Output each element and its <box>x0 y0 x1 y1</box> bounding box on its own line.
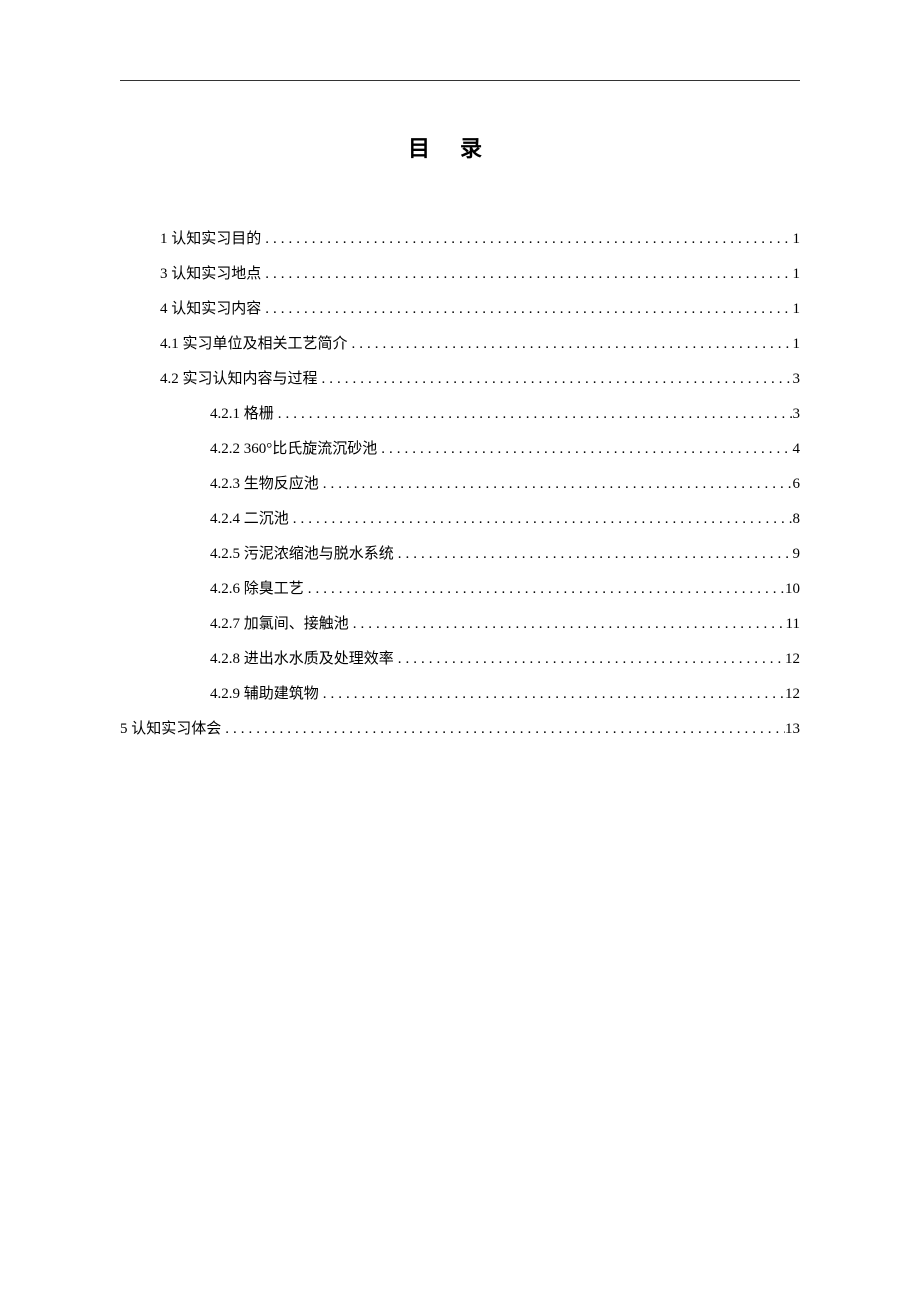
toc-entry: 4.2.3 生物反应池 6 <box>120 468 800 501</box>
toc-entry-page: 12 <box>785 643 800 676</box>
toc-entry: 4 认知实习内容 1 <box>120 293 800 326</box>
toc-entry-label: 4.1 实习单位及相关工艺简介 <box>160 328 348 361</box>
toc-entry-page: 3 <box>793 398 801 431</box>
toc-entry-page: 12 <box>785 678 800 711</box>
toc-entry-label: 4.2.7 加氯间、接触池 <box>210 608 349 641</box>
toc-entry-label: 4.2.4 二沉池 <box>210 503 289 536</box>
toc-entry-label: 5 认知实习体会 <box>120 713 221 746</box>
toc-leader-dots <box>348 328 793 361</box>
toc-entry-page: 13 <box>785 713 800 746</box>
toc-entry: 4.2.8 进出水水质及处理效率 12 <box>120 643 800 676</box>
toc-leader-dots <box>318 363 793 396</box>
toc-entry-label: 4.2.9 辅助建筑物 <box>210 678 319 711</box>
toc-entry-label: 4.2.8 进出水水质及处理效率 <box>210 643 394 676</box>
toc-entry-page: 1 <box>793 328 801 361</box>
toc-entry-label: 1 认知实习目的 <box>160 223 261 256</box>
toc-leader-dots <box>377 433 792 466</box>
toc-entry-page: 1 <box>793 293 801 326</box>
toc-entry: 4.2 实习认知内容与过程 3 <box>120 363 800 396</box>
toc-leader-dots <box>349 608 786 641</box>
toc-leader-dots <box>394 538 793 571</box>
toc-entry-page: 10 <box>785 573 800 606</box>
toc-entry: 4.2.4 二沉池 8 <box>120 503 800 536</box>
toc-entry-label: 4.2.5 污泥浓缩池与脱水系统 <box>210 538 394 571</box>
toc-leader-dots <box>221 713 785 746</box>
document-page: 目录 1 认知实习目的13 认知实习地点14 认知实习内容14.1 实习单位及相… <box>0 0 920 746</box>
toc-entry-page: 9 <box>793 538 801 571</box>
toc-entry-page: 1 <box>793 223 801 256</box>
toc-entry-page: 11 <box>786 608 800 641</box>
toc-entry-label: 4.2.2 360°比氏旋流沉砂池 <box>210 433 377 466</box>
toc-entry-label: 3 认知实习地点 <box>160 258 261 291</box>
toc-leader-dots <box>319 468 793 501</box>
header-rule <box>120 80 800 81</box>
toc-leader-dots <box>289 503 793 536</box>
toc-entry: 4.2.7 加氯间、接触池 11 <box>120 608 800 641</box>
toc-entry-label: 4 认知实习内容 <box>160 293 261 326</box>
toc-entry: 1 认知实习目的 1 <box>120 223 800 256</box>
toc-entry: 5 认知实习体会 13 <box>120 713 800 746</box>
toc-entry: 4.2.2 360°比氏旋流沉砂池 4 <box>120 433 800 466</box>
toc-entry-page: 3 <box>793 363 801 396</box>
toc-title: 目录 <box>120 131 800 163</box>
toc-leader-dots <box>261 293 792 326</box>
toc-entry: 4.2.5 污泥浓缩池与脱水系统 9 <box>120 538 800 571</box>
toc-entry: 4.2.9 辅助建筑物 12 <box>120 678 800 711</box>
toc-entry-label: 4.2 实习认知内容与过程 <box>160 363 318 396</box>
toc-entry: 4.2.6 除臭工艺 10 <box>120 573 800 606</box>
toc-leader-dots <box>261 223 792 256</box>
toc-entry-label: 4.2.3 生物反应池 <box>210 468 319 501</box>
toc-entry-page: 6 <box>793 468 801 501</box>
toc-entry-page: 8 <box>793 503 801 536</box>
toc-entry-label: 4.2.6 除臭工艺 <box>210 573 304 606</box>
toc-leader-dots <box>304 573 785 606</box>
toc-entry-label: 4.2.1 格栅 <box>210 398 274 431</box>
toc-entry: 4.2.1 格栅 3 <box>120 398 800 431</box>
toc-entry-page: 4 <box>793 433 801 466</box>
toc-entry: 3 认知实习地点 1 <box>120 258 800 291</box>
table-of-contents: 1 认知实习目的13 认知实习地点14 认知实习内容14.1 实习单位及相关工艺… <box>120 223 800 746</box>
toc-entry: 4.1 实习单位及相关工艺简介 1 <box>120 328 800 361</box>
toc-leader-dots <box>274 398 793 431</box>
toc-leader-dots <box>394 643 785 676</box>
toc-leader-dots <box>261 258 792 291</box>
toc-leader-dots <box>319 678 785 711</box>
toc-entry-page: 1 <box>793 258 801 291</box>
